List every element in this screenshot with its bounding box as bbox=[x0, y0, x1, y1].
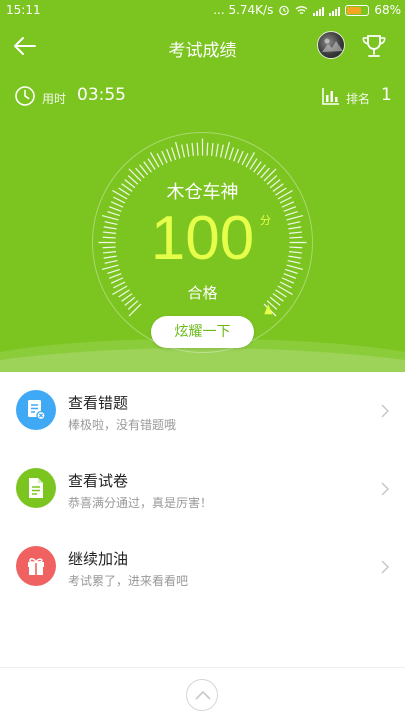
gift-icon bbox=[16, 546, 56, 586]
avatar[interactable] bbox=[317, 31, 345, 59]
rank-value: 1 bbox=[381, 85, 392, 105]
gauge-tick bbox=[175, 141, 181, 159]
time-value: 03:55 bbox=[77, 85, 126, 105]
gauge-tick bbox=[233, 148, 239, 162]
share-button[interactable]: 炫耀一下 bbox=[151, 316, 254, 348]
chevron-right-icon bbox=[381, 560, 390, 574]
gauge-tick bbox=[228, 147, 234, 160]
network-speed: ... 5.74K/s bbox=[213, 3, 274, 17]
list-item-title: 查看试卷 bbox=[68, 472, 129, 490]
gauge-tick bbox=[191, 142, 195, 157]
mistakes-icon bbox=[16, 390, 56, 430]
gauge-tick bbox=[181, 144, 185, 158]
score-unit: 分 bbox=[260, 214, 271, 227]
gauge-tick bbox=[283, 273, 297, 279]
result-header: 15:11 ... 5.74K/s 68% 考试成绩 用时 03:55 排名 1… bbox=[0, 0, 405, 372]
chevron-right-icon bbox=[381, 404, 390, 418]
gauge-tick bbox=[147, 158, 156, 170]
battery-icon bbox=[345, 4, 370, 16]
gauge-tick bbox=[156, 153, 164, 166]
title-bar: 考试成绩 bbox=[0, 26, 405, 66]
list-item-title: 继续加油 bbox=[68, 550, 129, 568]
gauge-tick bbox=[196, 142, 199, 156]
status-icons: ... 5.74K/s 68% bbox=[213, 3, 401, 17]
trophy-icon[interactable] bbox=[360, 32, 388, 60]
wifi-icon bbox=[295, 5, 308, 14]
score-value: 100 bbox=[150, 204, 255, 273]
gauge-tick bbox=[215, 143, 219, 157]
status-bar: 15:11 ... 5.74K/s 68% bbox=[0, 0, 405, 22]
list-item-subtitle: 恭喜满分通过，真是厉害！ bbox=[68, 496, 213, 510]
gauge-tick bbox=[237, 150, 244, 164]
list-item-title: 查看错题 bbox=[68, 394, 129, 412]
battery-percent: 68% bbox=[374, 3, 401, 17]
gauge-tick bbox=[186, 143, 190, 157]
bottom-bar bbox=[0, 667, 405, 720]
time-label: 用时 bbox=[42, 92, 67, 106]
paper-icon bbox=[16, 468, 56, 508]
list-item-subtitle: 棒极啦，没有错题哦 bbox=[68, 418, 177, 432]
gauge-tick bbox=[210, 142, 214, 157]
gauge-tick bbox=[161, 150, 168, 164]
list-item-view-paper[interactable]: 查看试卷 恭喜满分通过，真是厉害！ bbox=[0, 450, 405, 528]
gauge-tick bbox=[128, 303, 142, 317]
alarm-icon bbox=[279, 5, 290, 16]
signal-icon bbox=[313, 5, 325, 16]
gauge-tick bbox=[108, 273, 122, 279]
gauge-tick bbox=[220, 144, 224, 158]
signal-icon bbox=[329, 5, 341, 16]
chevron-up-icon bbox=[195, 690, 211, 700]
chevron-right-icon bbox=[381, 482, 390, 496]
gauge-tick bbox=[241, 153, 249, 166]
status-time: 15:11 bbox=[6, 3, 41, 17]
pass-status: 合格 bbox=[187, 284, 218, 302]
user-name: 木仓车神 bbox=[166, 182, 239, 203]
list-item-keep-going[interactable]: 继续加油 考试累了，进来看看吧 bbox=[0, 528, 405, 606]
clock-icon bbox=[15, 86, 35, 106]
scroll-up-button[interactable] bbox=[186, 679, 218, 711]
rank-chart-icon bbox=[322, 88, 339, 105]
rank-label: 排名 bbox=[346, 92, 371, 106]
gauge-tick bbox=[224, 141, 230, 159]
gauge-tick bbox=[206, 142, 209, 156]
gauge-tick bbox=[249, 158, 258, 170]
stats-row: 用时 03:55 排名 1 bbox=[0, 84, 405, 108]
gauge-tick bbox=[171, 147, 177, 160]
list-item-subtitle: 考试累了，进来看看吧 bbox=[68, 574, 189, 588]
gauge-tick bbox=[166, 148, 172, 162]
list-item-view-mistakes[interactable]: 查看错题 棒极啦，没有错题哦 bbox=[0, 372, 405, 450]
